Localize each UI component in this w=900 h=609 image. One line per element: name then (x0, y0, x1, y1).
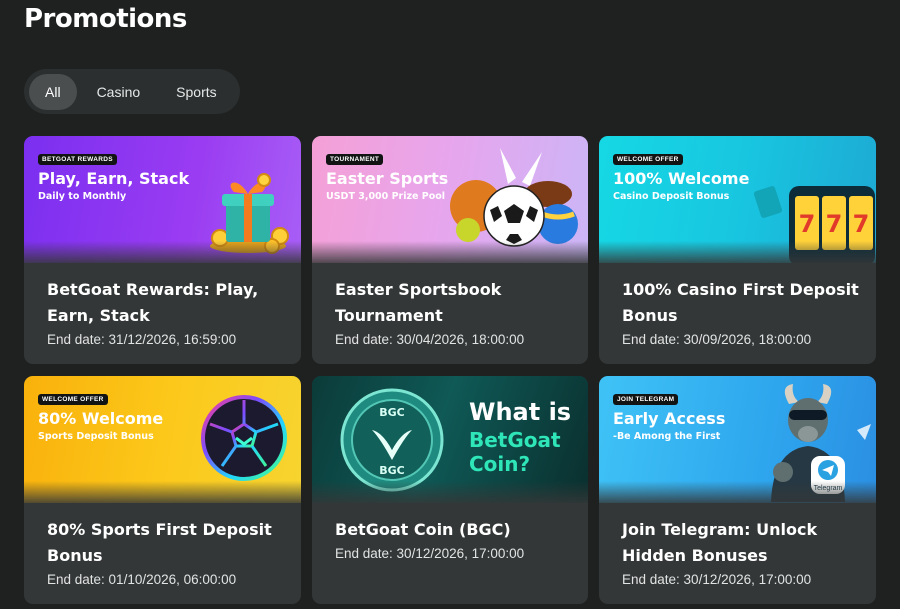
promotion-info: BetGoat Coin (BGC) End date: 30/12/2026,… (335, 517, 574, 561)
promotion-banner: BGC BGC What is BetGoat Coin? (312, 376, 588, 503)
promotion-info: Easter Sportsbook Tournament End date: 3… (335, 277, 574, 347)
neon-football-icon (201, 395, 287, 481)
slot-machine-icon: 7 7 7 (753, 186, 875, 263)
filter-tab-all[interactable]: All (29, 73, 77, 110)
filter-tab-casino[interactable]: Casino (81, 74, 157, 110)
promotion-end-date: End date: 31/12/2026, 16:59:00 (47, 332, 237, 347)
banner-title-coin: Coin? (469, 452, 531, 476)
promotion-banner: WELCOME OFFER 80% Welcome Sports Deposit… (24, 376, 301, 503)
banner-title: Easter Sports (326, 169, 449, 188)
promotion-card-bgc[interactable]: BGC BGC What is BetGoat Coin? BetGoat Co… (312, 376, 588, 604)
promotion-card-telegram[interactable]: JOIN TELEGRAM Early Access -Be Among the… (599, 376, 876, 604)
promotion-end-date: End date: 30/12/2026, 17:00:00 (622, 572, 812, 587)
bgc-coin-icon: BGC BGC (340, 388, 444, 492)
banner-title: Early Access (613, 409, 726, 428)
promotion-info: 100% Casino First Deposit Bonus End date… (622, 277, 862, 347)
promotion-info: Join Telegram: Unlock Hidden Bonuses End… (622, 517, 862, 587)
banner-subtitle: -Be Among the First (613, 431, 721, 442)
promotion-title: 80% Sports First Deposit Bonus (47, 520, 272, 565)
promotion-banner: WELCOME OFFER 100% Welcome Casino Deposi… (599, 136, 876, 263)
page-title: Promotions (24, 4, 187, 34)
goat-mascot-icon: Telegram (771, 384, 871, 502)
promotion-end-date: End date: 30/12/2026, 17:00:00 (335, 546, 525, 561)
banner-title: 100% Welcome (613, 169, 750, 188)
promotion-end-date: End date: 01/10/2026, 06:00:00 (47, 572, 237, 587)
promotion-tag: BETGOAT REWARDS (38, 154, 117, 165)
promotion-banner: TOURNAMENT Easter Sports USDT 3,000 Priz… (312, 136, 588, 263)
promotion-tag: JOIN TELEGRAM (613, 394, 679, 405)
promotion-end-date: End date: 30/04/2026, 18:00:00 (335, 332, 525, 347)
banner-subtitle: Casino Deposit Bonus (613, 191, 730, 202)
promotion-info: BetGoat Rewards: Play, Earn, Stack End d… (47, 277, 287, 347)
promotion-end-date: End date: 30/09/2026, 18:00:00 (622, 332, 812, 347)
promotion-card-casino-welcome[interactable]: WELCOME OFFER 100% Welcome Casino Deposi… (599, 136, 876, 364)
promotion-title: Join Telegram: Unlock Hidden Bonuses (622, 520, 818, 565)
banner-title: What is (469, 398, 572, 426)
promotion-info: 80% Sports First Deposit Bonus End date:… (47, 517, 287, 587)
banner-subtitle: USDT 3,000 Prize Pool (326, 191, 446, 202)
gift-box-icon (210, 173, 289, 254)
promotion-card-easter[interactable]: TOURNAMENT Easter Sports USDT 3,000 Priz… (312, 136, 588, 364)
promotion-card-rewards[interactable]: BETGOAT REWARDS Play, Earn, Stack Daily … (24, 136, 301, 364)
promotion-tag: WELCOME OFFER (613, 154, 683, 165)
coin-label-bottom: BGC (379, 464, 405, 477)
banner-subtitle: Sports Deposit Bonus (38, 431, 154, 442)
promotion-banner: JOIN TELEGRAM Early Access -Be Among the… (599, 376, 876, 503)
coin-label-top: BGC (379, 406, 405, 419)
promotion-title: Easter Sportsbook Tournament (335, 280, 502, 325)
banner-subtitle: Daily to Monthly (38, 191, 127, 202)
promotion-card-sports-welcome[interactable]: WELCOME OFFER 80% Welcome Sports Deposit… (24, 376, 301, 604)
promotion-filter-tabs: All Casino Sports (24, 69, 240, 114)
promotion-title: BetGoat Coin (BGC) (335, 520, 511, 539)
promotion-banner: BETGOAT REWARDS Play, Earn, Stack Daily … (24, 136, 301, 263)
promotion-tag: WELCOME OFFER (38, 394, 108, 405)
promotions-grid: BETGOAT REWARDS Play, Earn, Stack Daily … (24, 136, 876, 604)
promotion-title: BetGoat Rewards: Play, Earn, Stack (47, 280, 259, 325)
promotion-title: 100% Casino First Deposit Bonus (622, 280, 859, 325)
sports-balls-icon (450, 148, 578, 247)
svg-text:7: 7 (853, 210, 870, 238)
banner-title-brand: BetGoat (469, 428, 561, 452)
banner-title: 80% Welcome (38, 409, 164, 428)
banner-title: Play, Earn, Stack (38, 169, 190, 188)
telegram-label: Telegram (814, 485, 843, 492)
promotion-tag: TOURNAMENT (326, 154, 384, 165)
svg-text:7: 7 (799, 210, 816, 238)
svg-text:7: 7 (826, 210, 843, 238)
filter-tab-sports[interactable]: Sports (160, 74, 232, 110)
